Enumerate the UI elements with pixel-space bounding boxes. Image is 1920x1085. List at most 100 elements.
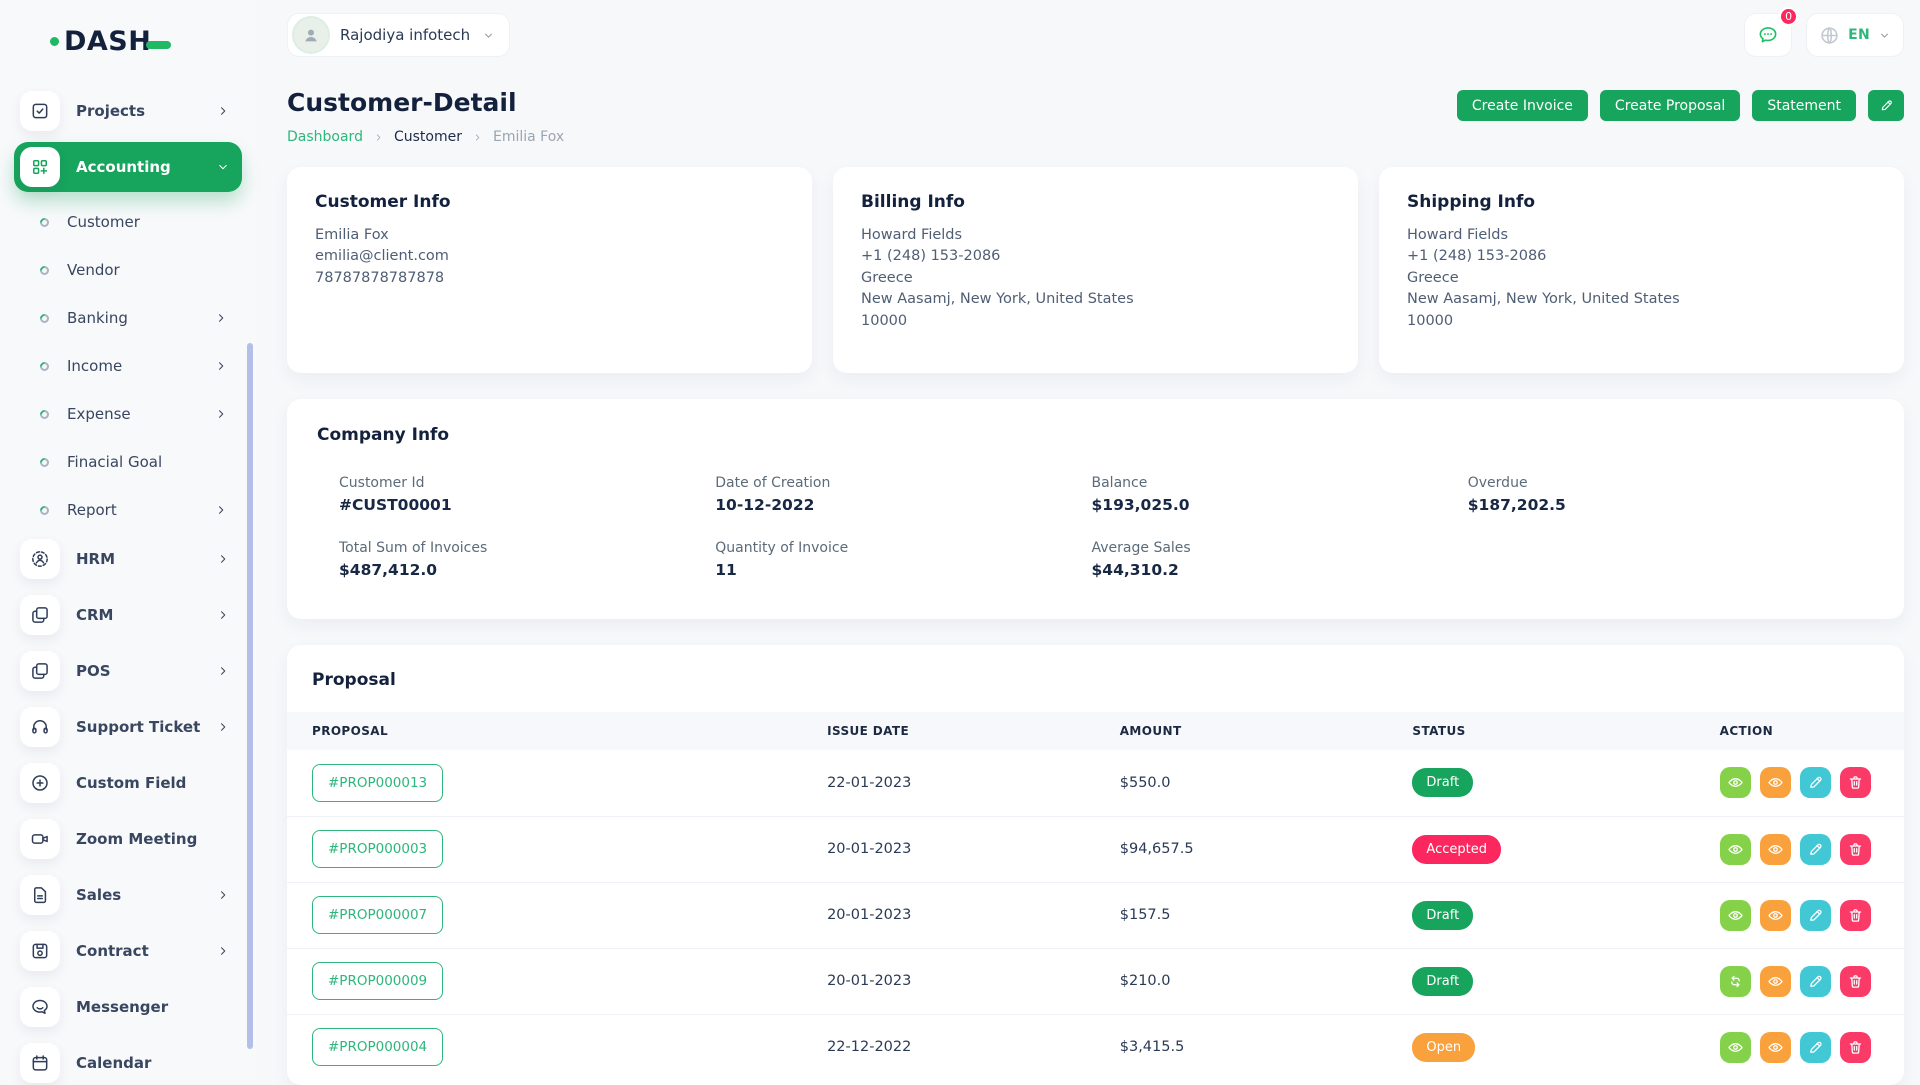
show-action-button[interactable]	[1760, 966, 1791, 997]
edit-action-button[interactable]	[1800, 900, 1831, 931]
language-selector[interactable]: EN	[1806, 13, 1904, 57]
sidebar-item-pos[interactable]: POS	[14, 646, 242, 696]
customer-info-lines: Emilia Foxemilia@client.com7878787878787…	[315, 225, 784, 289]
video-icon	[30, 829, 50, 849]
sidebar-item-finacial-goal[interactable]: Finacial Goal	[14, 438, 242, 486]
show-action-button[interactable]	[1760, 900, 1791, 931]
show-action-button[interactable]	[1760, 834, 1791, 865]
sidebar-item-banking[interactable]: Banking	[14, 294, 242, 342]
customer-info-line: Emilia Fox	[315, 225, 784, 246]
proposal-id-button[interactable]: #PROP000007	[312, 896, 443, 934]
customer-info-title: Customer Info	[315, 192, 784, 212]
delete-action-button[interactable]	[1840, 767, 1871, 798]
proposal-id-button[interactable]: #PROP000003	[312, 830, 443, 868]
view-action-button[interactable]	[1720, 767, 1751, 798]
convert-action-button[interactable]	[1720, 966, 1751, 997]
sidebar-item-report[interactable]: Report	[14, 486, 242, 534]
amount-cell: $94,657.5	[1120, 816, 1413, 882]
workspace-selector[interactable]: Rajodiya infotech	[287, 13, 510, 57]
breadcrumb-customer-link[interactable]: Customer	[394, 129, 462, 145]
sidebar-item-zoom-meeting[interactable]: Zoom Meeting	[14, 814, 242, 864]
edit-customer-button[interactable]	[1868, 90, 1904, 121]
billing-info-line: 10000	[861, 311, 1330, 332]
sidebar-item-customer[interactable]: Customer	[14, 198, 242, 246]
chevron-down-icon	[482, 29, 495, 42]
shipping-info-line: +1 (248) 153-2086	[1407, 246, 1876, 267]
proposal-column-amount: AMOUNT	[1120, 712, 1413, 750]
sidebar-item-hrm[interactable]: HRM	[14, 534, 242, 584]
delete-action-button[interactable]	[1840, 1032, 1871, 1063]
sidebar-item-income[interactable]: Income	[14, 342, 242, 390]
show-action-button[interactable]	[1760, 1032, 1791, 1063]
sidebar-item-crm[interactable]: CRM	[14, 590, 242, 640]
chevron-right-icon	[216, 944, 230, 958]
sidebar-item-accounting[interactable]: Accounting	[14, 142, 242, 192]
calendar-icon	[30, 1053, 50, 1073]
sidebar-item-label: Report	[67, 501, 196, 519]
hrm-icon	[30, 549, 50, 569]
proposal-id-button[interactable]: #PROP000013	[312, 764, 443, 802]
sidebar-item-label: POS	[76, 662, 200, 680]
proposal-id-button[interactable]: #PROP000009	[312, 962, 443, 1000]
shipping-info-line: 10000	[1407, 311, 1876, 332]
company-field-value: 10-12-2022	[715, 496, 1091, 514]
bullet-icon	[38, 312, 51, 325]
sidebar-icon-tile	[20, 819, 60, 859]
breadcrumb-dashboard-link[interactable]: Dashboard	[287, 129, 363, 145]
delete-action-button[interactable]	[1840, 966, 1871, 997]
chevron-right-icon	[216, 608, 230, 622]
company-field-date-of-creation: Date of Creation10-12-2022	[715, 475, 1091, 514]
app-root: DASH Projects Accounting Customer Vendor Ban…	[0, 0, 1920, 1085]
show-action-button[interactable]	[1760, 767, 1791, 798]
bullet-icon	[38, 456, 51, 469]
sidebar-item-expense[interactable]: Expense	[14, 390, 242, 438]
amount-cell: $157.5	[1120, 882, 1413, 948]
sidebar-item-custom-field[interactable]: Custom Field	[14, 758, 242, 808]
chevron-right-icon	[216, 664, 230, 678]
view-action-button[interactable]	[1720, 834, 1751, 865]
create-invoice-button[interactable]: Create Invoice	[1457, 90, 1588, 121]
view-action-button[interactable]	[1720, 1032, 1751, 1063]
logo-dot-icon	[50, 37, 59, 46]
sidebar-icon-tile	[20, 91, 60, 131]
edit-action-button[interactable]	[1800, 834, 1831, 865]
sidebar-item-messenger[interactable]: Messenger	[14, 982, 242, 1032]
statement-button[interactable]: Statement	[1752, 90, 1856, 121]
sidebar-item-contract[interactable]: Contract	[14, 926, 242, 976]
messages-button[interactable]: 0	[1744, 13, 1792, 57]
status-badge: Draft	[1412, 901, 1473, 930]
row-actions	[1720, 1032, 1904, 1063]
edit-action-button[interactable]	[1800, 767, 1831, 798]
file-icon	[30, 885, 50, 905]
app-logo[interactable]: DASH	[0, 22, 256, 60]
sidebar-item-label: Customer	[67, 213, 228, 231]
company-field-label: Customer Id	[339, 475, 715, 491]
company-field-label: Average Sales	[1092, 540, 1468, 556]
sidebar-item-vendor[interactable]: Vendor	[14, 246, 242, 294]
proposal-table-body: #PROP00001322-01-2023$550.0Draft#PROP000…	[287, 750, 1904, 1080]
edit-action-button[interactable]	[1800, 1032, 1831, 1063]
sidebar-scrollbar[interactable]	[247, 343, 253, 1049]
action-cell	[1720, 948, 1904, 1014]
proposal-id-button[interactable]: #PROP000004	[312, 1028, 443, 1066]
chevron-right-icon	[214, 503, 228, 517]
billing-info-title: Billing Info	[861, 192, 1330, 212]
sidebar-item-label: Custom Field	[76, 774, 230, 792]
action-cell	[1720, 750, 1904, 816]
delete-action-button[interactable]	[1840, 900, 1871, 931]
sidebar-item-sales[interactable]: Sales	[14, 870, 242, 920]
delete-action-button[interactable]	[1840, 834, 1871, 865]
bullet-icon	[38, 408, 51, 421]
sidebar-item-label: Income	[67, 357, 196, 375]
view-action-button[interactable]	[1720, 900, 1751, 931]
sidebar-item-calendar[interactable]: Calendar	[14, 1038, 242, 1085]
sidebar-item-support-ticket[interactable]: Support Ticket	[14, 702, 242, 752]
bullet-icon	[38, 504, 51, 517]
sidebar-item-projects[interactable]: Projects	[14, 86, 242, 136]
chat-icon	[30, 997, 50, 1017]
create-proposal-button[interactable]: Create Proposal	[1600, 90, 1740, 121]
edit-action-button[interactable]	[1800, 966, 1831, 997]
page-header-left: Customer-Detail Dashboard Customer Emili…	[287, 88, 564, 145]
sidebar-item-label: Vendor	[67, 261, 228, 279]
table-row: #PROP00000720-01-2023$157.5Draft	[287, 882, 1904, 948]
